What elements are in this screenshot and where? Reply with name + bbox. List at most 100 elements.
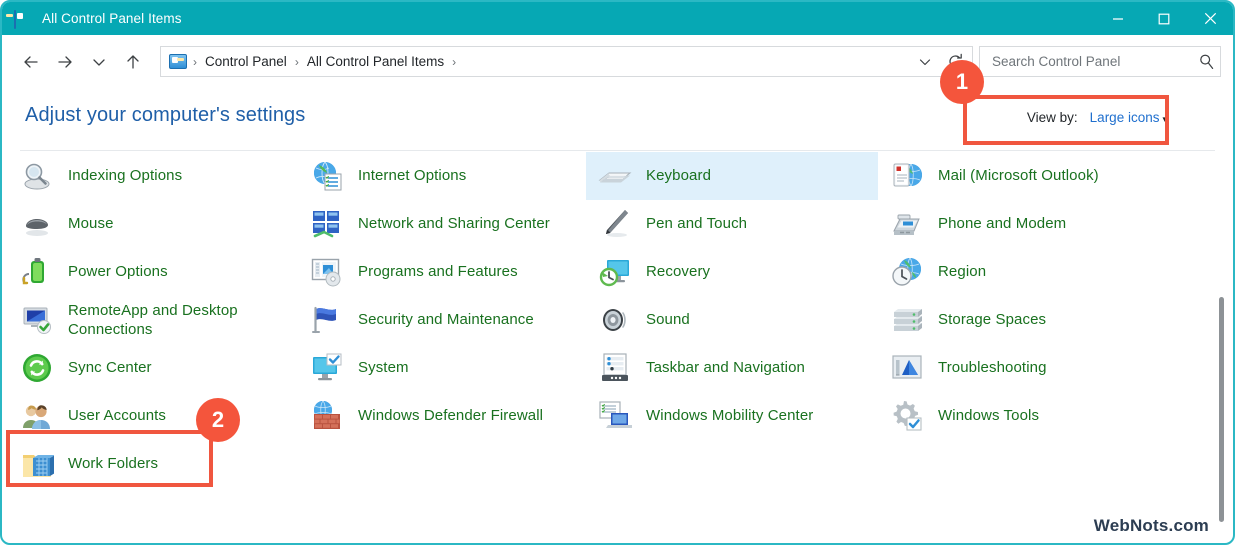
item-label: Region	[938, 262, 986, 281]
page-title: Adjust your computer's settings	[25, 104, 305, 127]
items-column-3: Keyboard Pen and Touch	[586, 152, 878, 543]
screenshot-root: All Control Panel Items	[0, 0, 1235, 545]
remoteapp-icon	[20, 303, 54, 337]
item-keyboard[interactable]: Keyboard	[586, 152, 878, 200]
item-label: Power Options	[68, 262, 168, 281]
storage-spaces-icon	[890, 303, 924, 337]
item-label: Windows Mobility Center	[646, 406, 813, 425]
item-troubleshooting[interactable]: Troubleshooting	[878, 344, 1178, 392]
item-phone-and-modem[interactable]: Phone and Modem	[878, 200, 1178, 248]
item-recovery[interactable]: Recovery	[586, 248, 878, 296]
forward-button[interactable]	[48, 45, 82, 79]
item-windows-mobility-center[interactable]: Windows Mobility Center	[586, 392, 878, 440]
control-panel-icon	[169, 53, 187, 71]
maximize-button[interactable]	[1141, 2, 1187, 35]
chevron-down-icon[interactable]	[910, 47, 940, 76]
recovery-icon	[598, 255, 632, 289]
item-system[interactable]: System	[298, 344, 586, 392]
control-panel-icon	[14, 11, 32, 27]
item-label: Mail (Microsoft Outlook)	[938, 166, 1099, 185]
item-label: Programs and Features	[358, 262, 518, 281]
mouse-icon	[20, 207, 54, 241]
back-button[interactable]	[14, 45, 48, 79]
pen-touch-icon	[598, 207, 632, 241]
annotation-badge-2: 2	[196, 398, 240, 442]
minimize-button[interactable]	[1095, 2, 1141, 35]
item-label: Recovery	[646, 262, 710, 281]
troubleshooting-icon	[890, 351, 924, 385]
item-power-options[interactable]: Power Options	[8, 248, 300, 296]
recent-locations-button[interactable]	[82, 45, 116, 79]
mail-icon	[890, 159, 924, 193]
sync-center-icon	[20, 351, 54, 385]
item-network-sharing-center[interactable]: Network and Sharing Center	[298, 200, 586, 248]
indexing-options-icon	[20, 159, 54, 193]
close-button[interactable]	[1187, 2, 1233, 35]
item-internet-options[interactable]: Internet Options	[298, 152, 586, 200]
item-storage-spaces[interactable]: Storage Spaces	[878, 296, 1178, 344]
breadcrumb-control-panel[interactable]: Control Panel	[203, 54, 289, 69]
item-taskbar-navigation[interactable]: Taskbar and Navigation	[586, 344, 878, 392]
title-bar: All Control Panel Items	[2, 2, 1233, 35]
items-column-2: Internet Options	[298, 152, 586, 543]
item-label: User Accounts	[68, 406, 166, 425]
item-label: Phone and Modem	[938, 214, 1066, 233]
annotation-badge-1: 1	[940, 60, 984, 104]
window-title: All Control Panel Items	[42, 11, 182, 26]
windows-tools-icon	[890, 399, 924, 433]
region-icon	[890, 255, 924, 289]
item-label: Internet Options	[358, 166, 466, 185]
up-button[interactable]	[116, 45, 150, 79]
address-bar[interactable]: › Control Panel › All Control Panel Item…	[160, 46, 973, 77]
item-mouse[interactable]: Mouse	[8, 200, 300, 248]
internet-options-icon	[310, 159, 344, 193]
item-indexing-options[interactable]: Indexing Options	[8, 152, 300, 200]
item-label: Windows Defender Firewall	[358, 406, 543, 425]
item-label: Taskbar and Navigation	[646, 358, 805, 377]
item-sync-center[interactable]: Sync Center	[8, 344, 300, 392]
item-security-maintenance[interactable]: Security and Maintenance	[298, 296, 586, 344]
power-options-icon	[20, 255, 54, 289]
breadcrumb-separator: ›	[452, 55, 456, 69]
item-label: Storage Spaces	[938, 310, 1046, 329]
item-mail-microsoft-outlook[interactable]: Mail (Microsoft Outlook)	[878, 152, 1178, 200]
item-label: Pen and Touch	[646, 214, 747, 233]
phone-modem-icon	[890, 207, 924, 241]
items-column-4: Mail (Microsoft Outlook) Phone an	[878, 152, 1178, 543]
item-label: RemoteApp and Desktop Connections	[68, 301, 294, 339]
item-sound[interactable]: Sound	[586, 296, 878, 344]
header-divider	[20, 150, 1215, 151]
defender-firewall-icon	[310, 399, 344, 433]
navigation-bar: › Control Panel › All Control Panel Item…	[2, 35, 1233, 88]
keyboard-icon	[598, 159, 632, 193]
item-region[interactable]: Region	[878, 248, 1178, 296]
system-icon	[310, 351, 344, 385]
item-windows-defender-firewall[interactable]: Windows Defender Firewall	[298, 392, 586, 440]
search-box[interactable]	[979, 46, 1221, 77]
annotation-box-view-by	[963, 95, 1169, 145]
programs-features-icon	[310, 255, 344, 289]
item-windows-tools[interactable]: Windows Tools	[878, 392, 1178, 440]
breadcrumb-separator: ›	[295, 55, 299, 69]
item-label: Security and Maintenance	[358, 310, 534, 329]
annotation-box-user-accounts	[6, 430, 213, 487]
item-label: Keyboard	[646, 166, 711, 185]
item-label: Network and Sharing Center	[358, 214, 550, 233]
item-label: Sync Center	[68, 358, 152, 377]
item-label: Indexing Options	[68, 166, 182, 185]
item-remoteapp-desktop-connections[interactable]: RemoteApp and Desktop Connections	[8, 296, 300, 344]
user-accounts-icon	[20, 399, 54, 433]
vertical-scrollbar-thumb[interactable]	[1219, 297, 1224, 522]
search-icon[interactable]	[1192, 53, 1220, 70]
security-maintenance-icon	[310, 303, 344, 337]
network-sharing-icon	[310, 207, 344, 241]
breadcrumb-all-control-panel-items[interactable]: All Control Panel Items	[305, 54, 446, 69]
item-label: Windows Tools	[938, 406, 1039, 425]
item-label: Mouse	[68, 214, 114, 233]
breadcrumb-separator: ›	[193, 55, 197, 69]
sound-icon	[598, 303, 632, 337]
item-pen-and-touch[interactable]: Pen and Touch	[586, 200, 878, 248]
search-input[interactable]	[990, 53, 1192, 70]
watermark: WebNots.com	[1094, 516, 1209, 536]
item-programs-features[interactable]: Programs and Features	[298, 248, 586, 296]
